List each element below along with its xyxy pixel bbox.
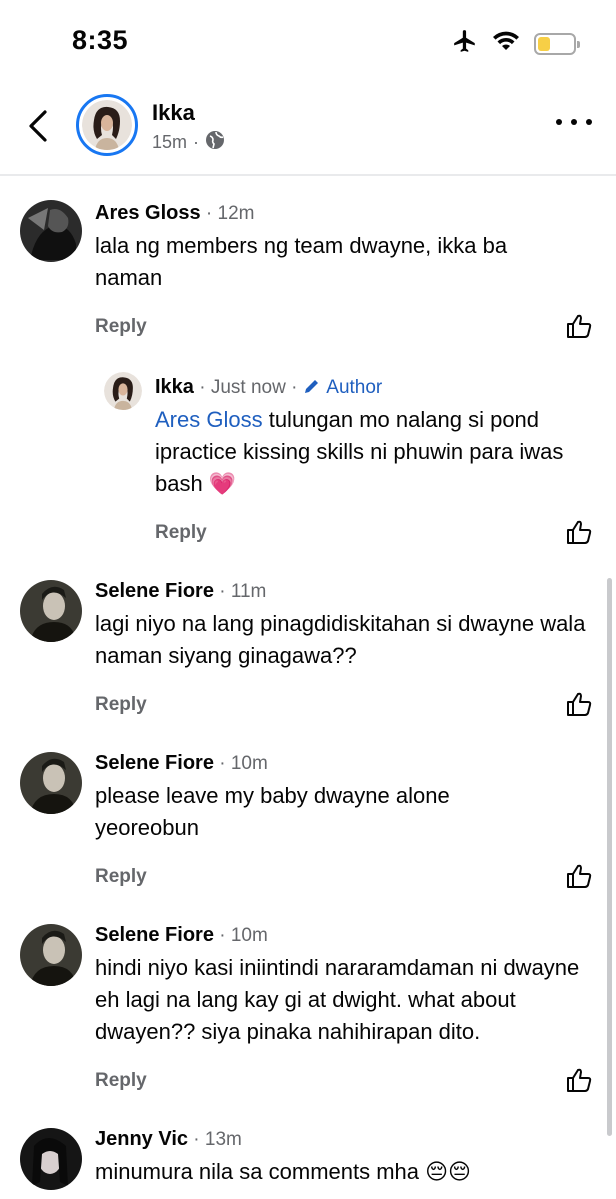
post-time[interactable]: 15m — [152, 132, 187, 153]
author-name[interactable]: Selene Fiore — [95, 752, 214, 774]
reply-button[interactable]: Reply — [95, 1070, 147, 1092]
comment-text: lagi niyo na lang pinagdidiskitahan si d… — [95, 611, 586, 668]
dot — [586, 119, 592, 125]
scrollbar[interactable] — [607, 578, 612, 1136]
avatar[interactable] — [20, 924, 82, 986]
status-time: 8:35 — [72, 25, 129, 55]
comment-text: hindi niyo kasi iniintindi nararamdaman … — [95, 955, 580, 1044]
comment-time[interactable]: 10m — [231, 753, 268, 774]
header-avatar[interactable] — [76, 94, 138, 156]
comment-time[interactable]: 12m — [218, 203, 255, 224]
avatar[interactable] — [104, 372, 142, 410]
like-button[interactable] — [565, 690, 593, 718]
comment-author[interactable]: Selene Fiore · 10m — [95, 924, 268, 947]
reply-button[interactable]: Reply — [95, 866, 147, 888]
like-button[interactable] — [565, 312, 593, 340]
battery-icon — [534, 32, 580, 55]
dot — [571, 119, 577, 125]
reply-button[interactable]: Reply — [95, 694, 147, 716]
like-button[interactable] — [565, 862, 593, 890]
comment-text: lala ng members ng team dwayne, ikka ba … — [95, 233, 508, 290]
avatar[interactable] — [20, 200, 82, 262]
avatar[interactable] — [20, 752, 82, 814]
comment-text: please leave my baby dwayne alone yeoreo… — [95, 783, 450, 840]
author-name[interactable]: Ares Gloss — [95, 202, 201, 224]
comment-time[interactable]: 13m — [205, 1129, 242, 1150]
post-header: Ikka 15m · — [0, 84, 616, 176]
comment-author[interactable]: Jenny Vic · 13m — [95, 1128, 242, 1151]
dot — [556, 119, 562, 125]
reply-button[interactable]: Reply — [95, 316, 147, 338]
wifi-icon — [492, 30, 520, 57]
comment-author[interactable]: Ares Gloss · 12m — [95, 202, 254, 225]
chevron-left-icon — [29, 110, 47, 142]
thumbs-up-icon — [567, 1068, 592, 1092]
comment-author[interactable]: Selene Fiore · 11m — [95, 580, 266, 603]
post-meta: 15m · — [152, 130, 225, 155]
avatar[interactable] — [20, 580, 82, 642]
comment-author[interactable]: Selene Fiore · 10m — [95, 752, 268, 775]
back-button[interactable] — [22, 106, 54, 146]
comment-text: Ares Gloss tulungan mo nalang si pond ip… — [155, 404, 585, 500]
status-bar: 8:35 — [0, 0, 616, 84]
airplane-icon — [452, 28, 478, 59]
globe-icon — [205, 130, 225, 155]
comment-time[interactable]: 11m — [231, 581, 267, 602]
thumbs-up-icon — [567, 520, 592, 544]
author-badge: Author — [326, 377, 383, 398]
author-name[interactable]: Ikka — [155, 376, 194, 398]
reply-button[interactable]: Reply — [155, 522, 207, 544]
thumbs-up-icon — [567, 692, 592, 716]
comment-time[interactable]: Just now — [211, 377, 286, 398]
avatar — [82, 100, 132, 150]
avatar[interactable] — [20, 1128, 82, 1190]
thumbs-up-icon — [567, 314, 592, 338]
author-name[interactable]: Selene Fiore — [95, 924, 214, 946]
author-name[interactable]: Selene Fiore — [95, 580, 214, 602]
thumbs-up-icon — [567, 864, 592, 888]
like-button[interactable] — [565, 518, 593, 546]
meta-separator: · — [193, 132, 200, 152]
pencil-icon — [303, 376, 321, 398]
comment-text: minumura nila sa comments mha 😔😔 — [95, 1159, 471, 1184]
comment-time[interactable]: 10m — [231, 925, 268, 946]
author-name[interactable]: Jenny Vic — [95, 1128, 188, 1150]
more-options-button[interactable] — [556, 112, 592, 132]
page-title[interactable]: Ikka — [152, 100, 195, 126]
status-icons — [452, 28, 580, 59]
comment-author[interactable]: Ikka · Just now · Author — [155, 376, 382, 399]
mention-link[interactable]: Ares Gloss — [155, 407, 263, 432]
like-button[interactable] — [565, 1066, 593, 1094]
